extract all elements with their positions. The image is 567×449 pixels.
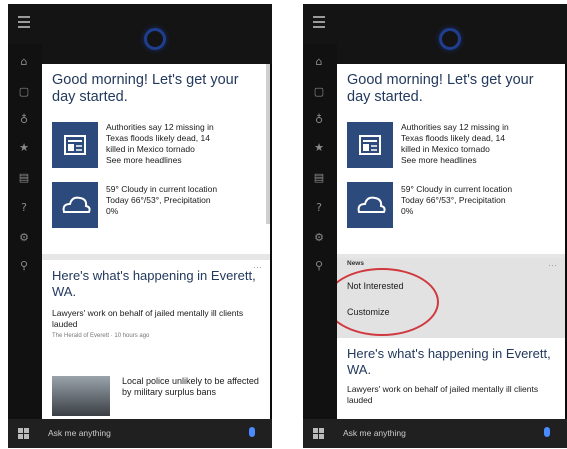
news-headlines[interactable]: Authorities say 12 missing in Texas floo…	[401, 122, 557, 166]
settings-icon[interactable]: ⚙	[16, 230, 32, 246]
settings-icon[interactable]: ⚙	[311, 230, 327, 246]
taskbar: Ask me anything	[303, 419, 567, 448]
microphone-icon	[544, 427, 550, 437]
content-area: Good morning! Let's get your day started…	[337, 64, 565, 419]
news-headlines[interactable]: Authorities say 12 missing in Texas floo…	[106, 122, 262, 166]
weather-summary[interactable]: 59° Cloudy in current location Today 66°…	[106, 184, 262, 217]
star-icon[interactable]: ★	[311, 140, 327, 156]
weather-cloud-icon[interactable]	[52, 182, 98, 228]
story-source: The Herald of Everett · 10 hours ago	[52, 333, 150, 339]
story-headline[interactable]: Local police unlikely to be affected by …	[112, 376, 270, 398]
cortana-panel-right: ⌂ ▢ ♁ ★ ▤ ? ⚙ ⚲ Good morning! Let's get …	[303, 4, 567, 448]
hamburger-menu-icon[interactable]	[313, 16, 325, 31]
notebook-icon[interactable]: ▢	[311, 84, 327, 100]
microphone-button[interactable]	[529, 419, 567, 448]
greeting-text: Good morning! Let's get your day started…	[52, 72, 239, 105]
taskbar: Ask me anything	[8, 419, 272, 448]
help-icon[interactable]: ?	[311, 200, 327, 216]
weather-cloud-icon[interactable]	[347, 182, 393, 228]
content-area: Good morning! Let's get your day started…	[42, 64, 270, 419]
greeting-card: Good morning! Let's get your day started…	[42, 64, 270, 254]
feedback-icon[interactable]: ⚲	[16, 258, 32, 274]
top-bar	[8, 4, 272, 64]
search-input[interactable]: Ask me anything	[42, 419, 232, 448]
home-icon[interactable]: ⌂	[16, 54, 32, 70]
cortana-logo-icon	[144, 28, 166, 50]
help-icon[interactable]: ?	[16, 200, 32, 216]
story-thumbnail[interactable]	[52, 376, 110, 416]
microphone-icon	[249, 427, 255, 437]
see-more-link[interactable]: See more headlines	[401, 155, 557, 166]
local-section-title: Here's what's happening in Everett, WA.	[52, 268, 256, 299]
windows-start-icon[interactable]	[18, 428, 29, 439]
notebook-icon[interactable]: ▢	[16, 84, 32, 100]
weather-summary[interactable]: 59° Cloudy in current location Today 66°…	[401, 184, 557, 217]
more-options-icon[interactable]: ···	[253, 262, 262, 272]
lightbulb-icon[interactable]: ♁	[311, 112, 327, 128]
star-icon[interactable]: ★	[16, 140, 32, 156]
cortana-panel-left: ⌂ ▢ ♁ ★ ▤ ? ⚙ ⚲ Good morning! Let's get …	[8, 4, 272, 448]
local-section-title: Here's what's happening in Everett, WA.	[347, 346, 551, 377]
news-tile-icon[interactable]	[347, 122, 393, 168]
side-rail: ⌂ ▢ ♁ ★ ▤ ? ⚙ ⚲	[8, 44, 42, 419]
reminder-icon[interactable]: ▤	[311, 170, 327, 186]
local-news-card: Here's what's happening in Everett, WA. …	[337, 338, 565, 419]
story-headline[interactable]: Lawyers' work on behalf of jailed mental…	[337, 384, 565, 406]
story-headline[interactable]: Lawyers' work on behalf of jailed mental…	[42, 308, 270, 330]
greeting-text: Good morning! Let's get your day started…	[347, 72, 534, 105]
more-options-icon[interactable]: ···	[548, 260, 557, 270]
scrollbar[interactable]	[266, 64, 270, 224]
hamburger-menu-icon[interactable]	[18, 16, 30, 31]
lightbulb-icon[interactable]: ♁	[16, 112, 32, 128]
feedback-icon[interactable]: ⚲	[311, 258, 327, 274]
cortana-logo-icon	[439, 28, 461, 50]
windows-start-icon[interactable]	[313, 428, 324, 439]
local-news-card: ··· Here's what's happening in Everett, …	[42, 260, 270, 419]
home-icon[interactable]: ⌂	[311, 54, 327, 70]
news-tile-icon[interactable]	[52, 122, 98, 168]
context-menu-title: News	[347, 260, 364, 267]
top-bar	[303, 4, 567, 64]
side-rail: ⌂ ▢ ♁ ★ ▤ ? ⚙ ⚲	[303, 44, 337, 419]
greeting-card: Good morning! Let's get your day started…	[337, 64, 565, 254]
search-input[interactable]: Ask me anything	[337, 419, 527, 448]
reminder-icon[interactable]: ▤	[16, 170, 32, 186]
microphone-button[interactable]	[234, 419, 272, 448]
see-more-link[interactable]: See more headlines	[106, 155, 262, 166]
